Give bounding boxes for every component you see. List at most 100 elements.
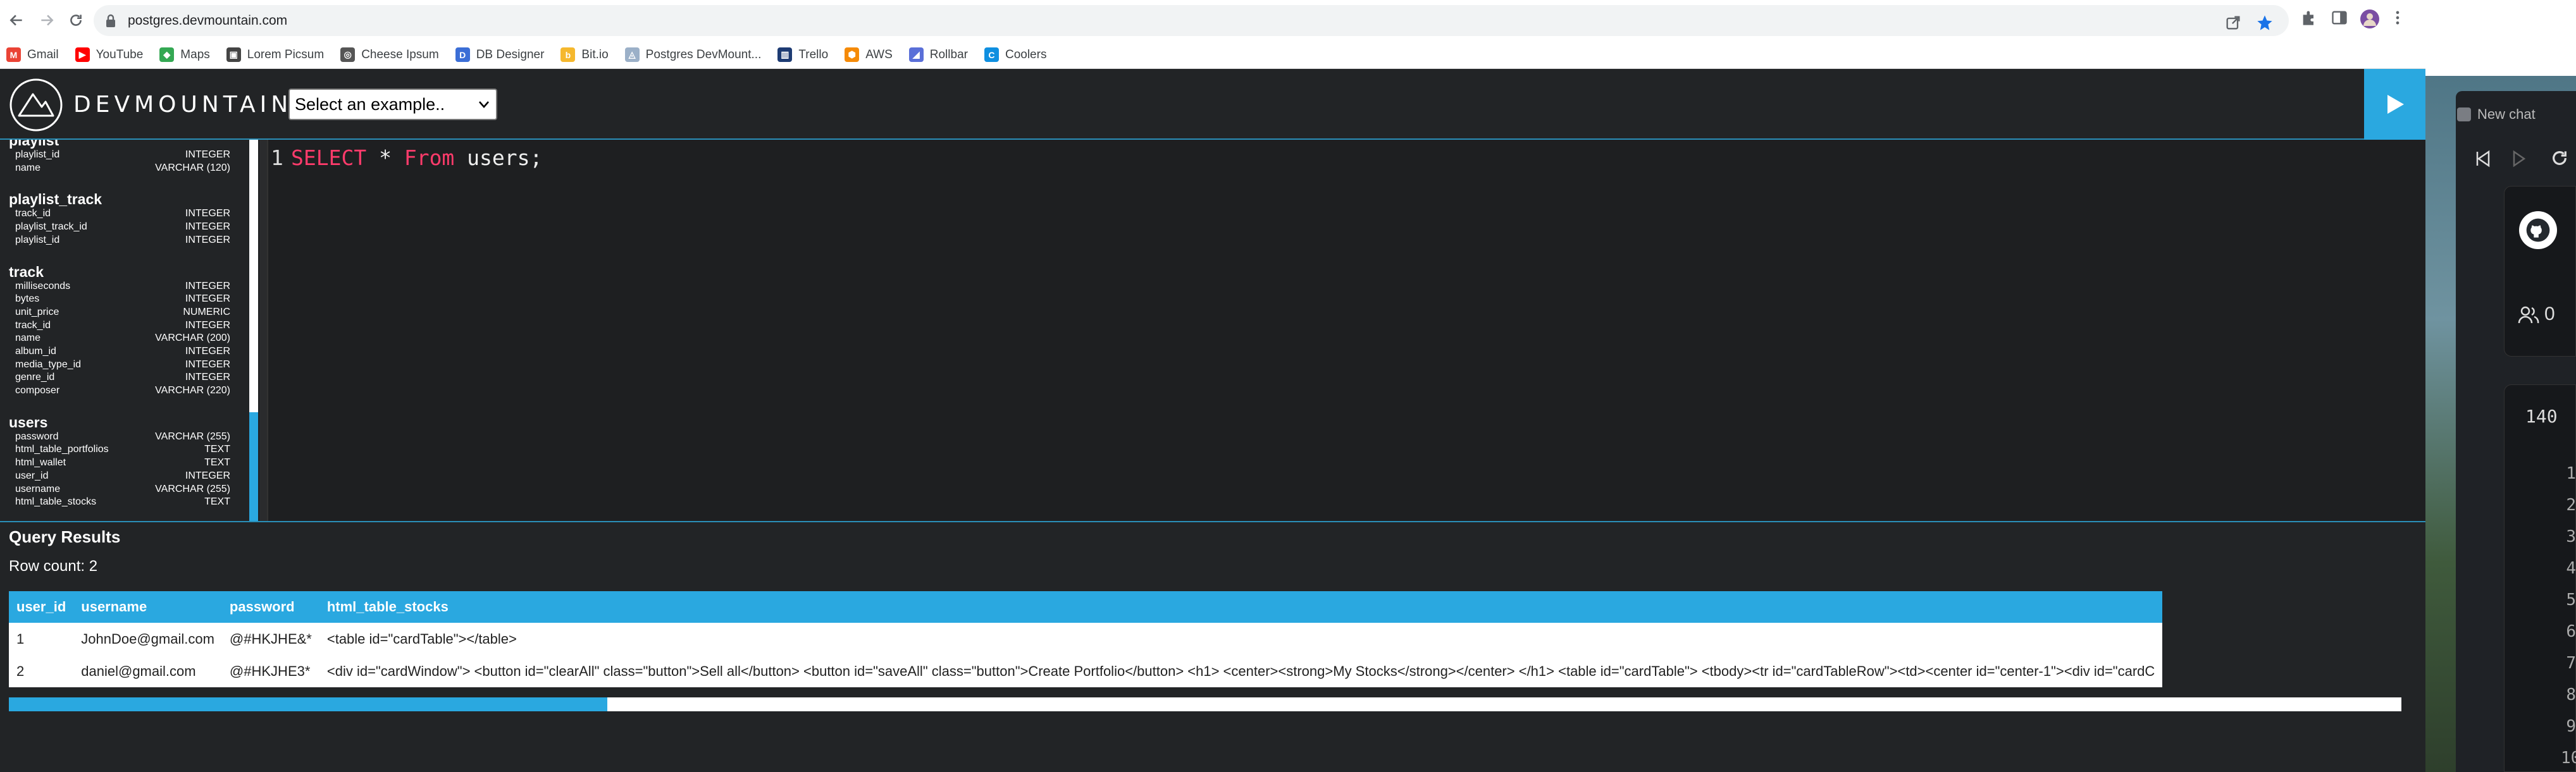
schema-column: composer VARCHAR (220)	[9, 384, 230, 398]
bookmark-label: Trello	[798, 47, 829, 61]
play-icon	[2385, 94, 2405, 115]
share-icon[interactable]	[2224, 14, 2247, 37]
chat-tab-icon	[2457, 107, 2471, 121]
browser-menu-icon[interactable]	[2389, 9, 2412, 32]
aws-icon: ⬢	[845, 47, 860, 62]
column-name: genre_id	[15, 372, 55, 383]
example-select-value: Select an example..	[295, 95, 445, 114]
row-count: Row count: 2	[9, 558, 98, 575]
schema-column: track_id INTEGER	[9, 319, 230, 333]
side-window: New chat 0 140 1 2 3 4 5 6 7 8 9 10	[2425, 0, 2576, 772]
bookmarks-bar: M Gmail ▶ YouTube ◆ Maps ▣ Lorem Picsum ◎ Cheese …	[0, 41, 2425, 69]
code-line-number: 8	[2566, 685, 2576, 704]
bookmark-globe[interactable]: ◎ Cheese Ipsum	[340, 47, 439, 62]
address-bar[interactable]: postgres.devmountain.com	[94, 5, 2289, 36]
schema-column: track_id INTEGER	[9, 207, 230, 221]
url-text: postgres.devmountain.com	[128, 13, 288, 28]
run-query-button[interactable]	[2364, 69, 2425, 140]
bookmark-label: DB Designer	[476, 47, 545, 61]
brand-name: DEVMOUNTAIN	[73, 92, 293, 118]
column-header-username[interactable]: username	[73, 591, 222, 623]
back-triangle-icon[interactable]	[2475, 149, 2491, 168]
column-name: playlist_id	[15, 234, 60, 245]
column-type: INTEGER	[185, 234, 230, 245]
youtube-icon: ▶	[75, 47, 90, 62]
schema-column: name VARCHAR (200)	[9, 332, 230, 345]
column-name: track_id	[15, 319, 51, 331]
schema-column: username VARCHAR (255)	[9, 483, 230, 496]
bookmark-image[interactable]: ▣ Lorem Picsum	[226, 47, 324, 62]
code-line-number: 5	[2566, 591, 2576, 610]
column-name: html_table_stocks	[15, 496, 97, 508]
reload-icon[interactable]	[62, 6, 90, 34]
column-name: milliseconds	[15, 280, 71, 291]
maps-icon: ◆	[159, 47, 175, 62]
schema-column: bytes INTEGER	[9, 293, 230, 306]
column-type: VARCHAR (120)	[155, 162, 230, 173]
github-icon[interactable]	[2519, 211, 2557, 249]
column-header-html-table-stocks[interactable]: html_table_stocks	[319, 591, 2163, 623]
code-line-number: 4	[2566, 559, 2576, 578]
schema-column: html_table_portfolios TEXT	[9, 443, 230, 456]
sql-code[interactable]: SELECT * From users;	[291, 145, 542, 170]
bookmark-maps[interactable]: ◆ Maps	[159, 47, 210, 62]
schema-column: playlist_id INTEGER	[9, 149, 230, 162]
bookmark-label: Bit.io	[581, 47, 609, 61]
code-line-number: 1	[2566, 464, 2576, 483]
refresh-icon[interactable]	[2549, 148, 2570, 168]
column-type: TEXT	[204, 496, 230, 508]
code-line-number: 10	[2561, 749, 2576, 768]
schema-sidebar: playlist playlist_id INTEGER name VARCHAR (1…	[0, 140, 249, 521]
code-line-number: 6	[2566, 622, 2576, 641]
screen: postgres.devmountain.com M Gmail ▶ YouTube ◆…	[0, 0, 2576, 772]
bookmark-gmail[interactable]: M Gmail	[6, 47, 59, 62]
column-header-user-id[interactable]: user_id	[9, 591, 74, 623]
schema-table-name: users	[9, 414, 48, 431]
sql-editor[interactable]	[259, 140, 2425, 521]
bookmark-devmountain[interactable]: ◬ Postgres DevMount...	[624, 47, 761, 62]
table-cell: <div id="cardWindow"> <button id="clearA…	[319, 655, 2163, 687]
bookmark-coolers[interactable]: C Coolers	[984, 47, 1046, 62]
column-type: VARCHAR (220)	[155, 385, 230, 396]
bookmark-rollbar[interactable]: ◢ Rollbar	[908, 47, 968, 62]
app-header: DEVMOUNTAIN Select an example..	[0, 69, 2425, 140]
bookmark-trello[interactable]: ▥ Trello	[777, 47, 828, 62]
column-name: user_id	[15, 470, 49, 481]
bookmark-db-designer[interactable]: D DB Designer	[455, 47, 545, 62]
back-arrow-icon[interactable]	[3, 6, 30, 34]
table-cell: JohnDoe@gmail.com	[73, 623, 222, 655]
profile-avatar-icon[interactable]	[2360, 9, 2382, 32]
users-count: 0	[2518, 303, 2555, 325]
example-select[interactable]: Select an example..	[288, 89, 497, 120]
column-name: media_type_id	[15, 358, 82, 370]
table-cell: 1	[9, 623, 74, 655]
table-cell: @#HKJHE&*	[221, 623, 319, 655]
side-panel-icon[interactable]	[2331, 9, 2353, 32]
column-header-password[interactable]: password	[221, 591, 319, 623]
table-row[interactable]: 2 daniel@gmail.com @#HKJHE3* <div id="cardW…	[9, 655, 2163, 687]
bookmark-label: Gmail	[27, 47, 59, 61]
forward-arrow-icon[interactable]	[33, 6, 61, 34]
column-type: VARCHAR (200)	[155, 333, 230, 344]
bookmark-aws[interactable]: ⬢ AWS	[845, 47, 893, 62]
bookmark-youtube[interactable]: ▶ YouTube	[75, 47, 143, 62]
column-name: name	[15, 333, 41, 344]
column-name: album_id	[15, 345, 56, 357]
devmountain-icon: ◬	[624, 47, 640, 62]
schema-scrollbar-thumb[interactable]	[249, 412, 258, 521]
results-scrollbar-thumb[interactable]	[9, 697, 607, 711]
column-name: playlist_id	[15, 149, 60, 160]
schema-column: user_id INTEGER	[9, 470, 230, 483]
forward-triangle-icon[interactable]	[2511, 149, 2528, 168]
column-name: bytes	[15, 293, 40, 305]
bookmark-label: Lorem Picsum	[247, 47, 325, 61]
extensions-puzzle-icon[interactable]	[2300, 9, 2323, 32]
bookmark-bitio[interactable]: b Bit.io	[560, 47, 609, 62]
column-type: INTEGER	[185, 358, 230, 370]
table-row[interactable]: 1 JohnDoe@gmail.com @#HKJHE&* <table id="ca…	[9, 623, 2163, 655]
column-type: VARCHAR (255)	[155, 431, 230, 442]
new-chat-tab[interactable]: New chat	[2477, 106, 2536, 123]
column-name: password	[15, 431, 59, 442]
star-bookmark-icon[interactable]	[2256, 14, 2279, 37]
results-header-row: user_id username password html_table_stocks	[9, 591, 2163, 623]
